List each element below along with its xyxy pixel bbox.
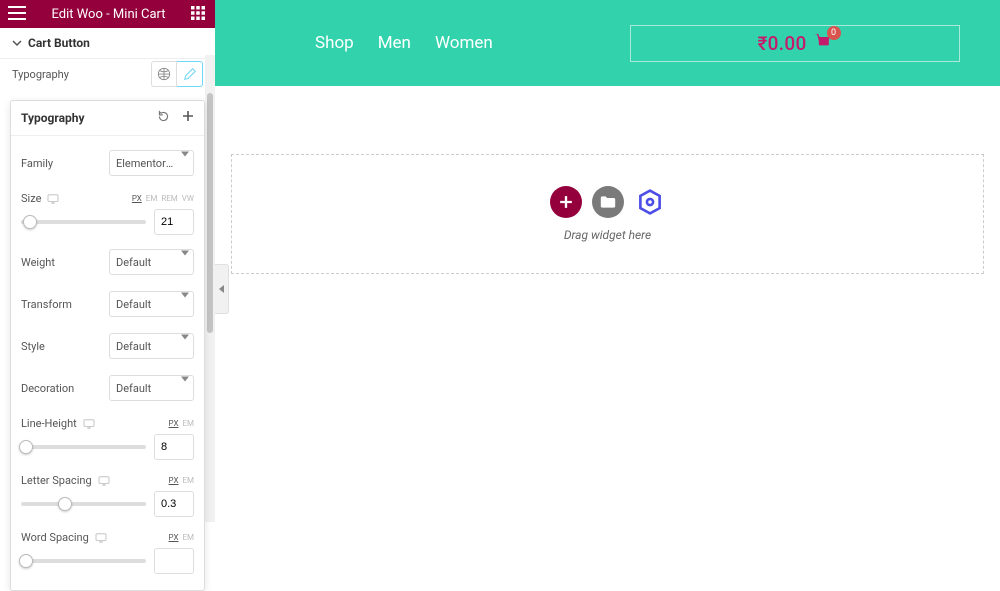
responsive-icon[interactable] bbox=[83, 419, 95, 429]
editor-title: Edit Woo - Mini Cart bbox=[51, 7, 165, 22]
caret-down-icon bbox=[12, 38, 22, 48]
unit-vw[interactable]: VW bbox=[182, 194, 194, 203]
sidebar-scrollbar-thumb[interactable] bbox=[207, 93, 213, 333]
plugin-logo-icon bbox=[636, 188, 664, 216]
template-library-button[interactable] bbox=[592, 186, 624, 218]
size-slider[interactable] bbox=[21, 214, 146, 230]
weight-label: Weight bbox=[21, 256, 55, 269]
globe-button[interactable] bbox=[151, 61, 177, 87]
word-spacing-slider[interactable] bbox=[21, 553, 146, 569]
plus-addon-button[interactable] bbox=[634, 186, 666, 218]
style-select[interactable]: Default bbox=[109, 333, 194, 359]
unit-rem[interactable]: REM bbox=[161, 194, 177, 203]
letter-spacing-label: Letter Spacing bbox=[21, 474, 92, 487]
responsive-icon[interactable] bbox=[95, 533, 107, 543]
chevron-left-icon bbox=[219, 285, 224, 293]
chevron-down-icon bbox=[181, 157, 189, 170]
add-icon[interactable] bbox=[182, 110, 194, 126]
letter-spacing-input[interactable] bbox=[154, 491, 194, 517]
line-height-label: Line-Height bbox=[21, 417, 77, 430]
section-label: Cart Button bbox=[28, 36, 90, 50]
size-slider-thumb[interactable] bbox=[23, 215, 37, 229]
dropzone-text: Drag widget here bbox=[564, 228, 651, 242]
word-spacing-input[interactable] bbox=[154, 548, 194, 574]
reset-icon[interactable] bbox=[157, 110, 170, 126]
decoration-select[interactable]: Default bbox=[109, 375, 194, 401]
line-height-slider[interactable] bbox=[21, 439, 146, 455]
family-row: Family Elementor fo… bbox=[21, 142, 194, 184]
cart-badge: 0 bbox=[827, 26, 841, 40]
pencil-icon bbox=[183, 67, 197, 81]
family-select[interactable]: Elementor fo… bbox=[109, 150, 194, 176]
decoration-label: Decoration bbox=[21, 382, 74, 395]
typography-label: Typography bbox=[12, 68, 69, 81]
header-section: Shop Men Women ₹0.00 0 bbox=[215, 0, 1000, 86]
nav-shop[interactable]: Shop bbox=[315, 33, 354, 53]
size-label: Size bbox=[21, 192, 41, 205]
preview-canvas: Shop Men Women ₹0.00 0 Drag widget here bbox=[215, 0, 1000, 522]
collapse-sidebar-handle[interactable] bbox=[215, 264, 229, 314]
line-height-input[interactable] bbox=[154, 434, 194, 460]
weight-select[interactable]: Default bbox=[109, 249, 194, 275]
plus-icon bbox=[559, 195, 573, 209]
add-section-button[interactable] bbox=[550, 186, 582, 218]
hamburger-icon[interactable] bbox=[8, 6, 26, 23]
mini-cart-widget[interactable]: ₹0.00 0 bbox=[630, 25, 960, 62]
responsive-icon[interactable] bbox=[98, 476, 110, 486]
folder-icon bbox=[600, 195, 616, 209]
nav-men[interactable]: Men bbox=[378, 33, 411, 53]
typography-row: Typography bbox=[0, 55, 215, 93]
size-units: PX EM REM VW bbox=[132, 194, 194, 203]
apps-grid-icon[interactable] bbox=[191, 6, 207, 23]
cart-price: ₹0.00 bbox=[757, 32, 806, 55]
word-spacing-label: Word Spacing bbox=[21, 531, 89, 544]
transform-select[interactable]: Default bbox=[109, 291, 194, 317]
edit-typography-button[interactable] bbox=[177, 61, 203, 87]
popover-title: Typography bbox=[21, 111, 85, 125]
unit-px[interactable]: PX bbox=[132, 194, 142, 203]
family-label: Family bbox=[21, 157, 53, 170]
empty-section-dropzone[interactable]: Drag widget here bbox=[231, 154, 984, 274]
cart-icon: 0 bbox=[813, 32, 833, 55]
globe-icon bbox=[157, 67, 171, 81]
typography-popover: Typography Family Elementor fo… Size PX … bbox=[10, 100, 205, 591]
size-input[interactable] bbox=[154, 209, 194, 235]
transform-label: Transform bbox=[21, 298, 72, 311]
responsive-icon[interactable] bbox=[47, 194, 59, 204]
letter-spacing-slider[interactable] bbox=[21, 496, 146, 512]
editor-topbar: Edit Woo - Mini Cart bbox=[0, 0, 215, 28]
unit-em[interactable]: EM bbox=[146, 194, 158, 203]
family-value: Elementor fo… bbox=[116, 157, 175, 170]
nav-women[interactable]: Women bbox=[435, 33, 493, 53]
sidebar-scrollbar[interactable] bbox=[205, 55, 215, 522]
style-label: Style bbox=[21, 340, 45, 353]
